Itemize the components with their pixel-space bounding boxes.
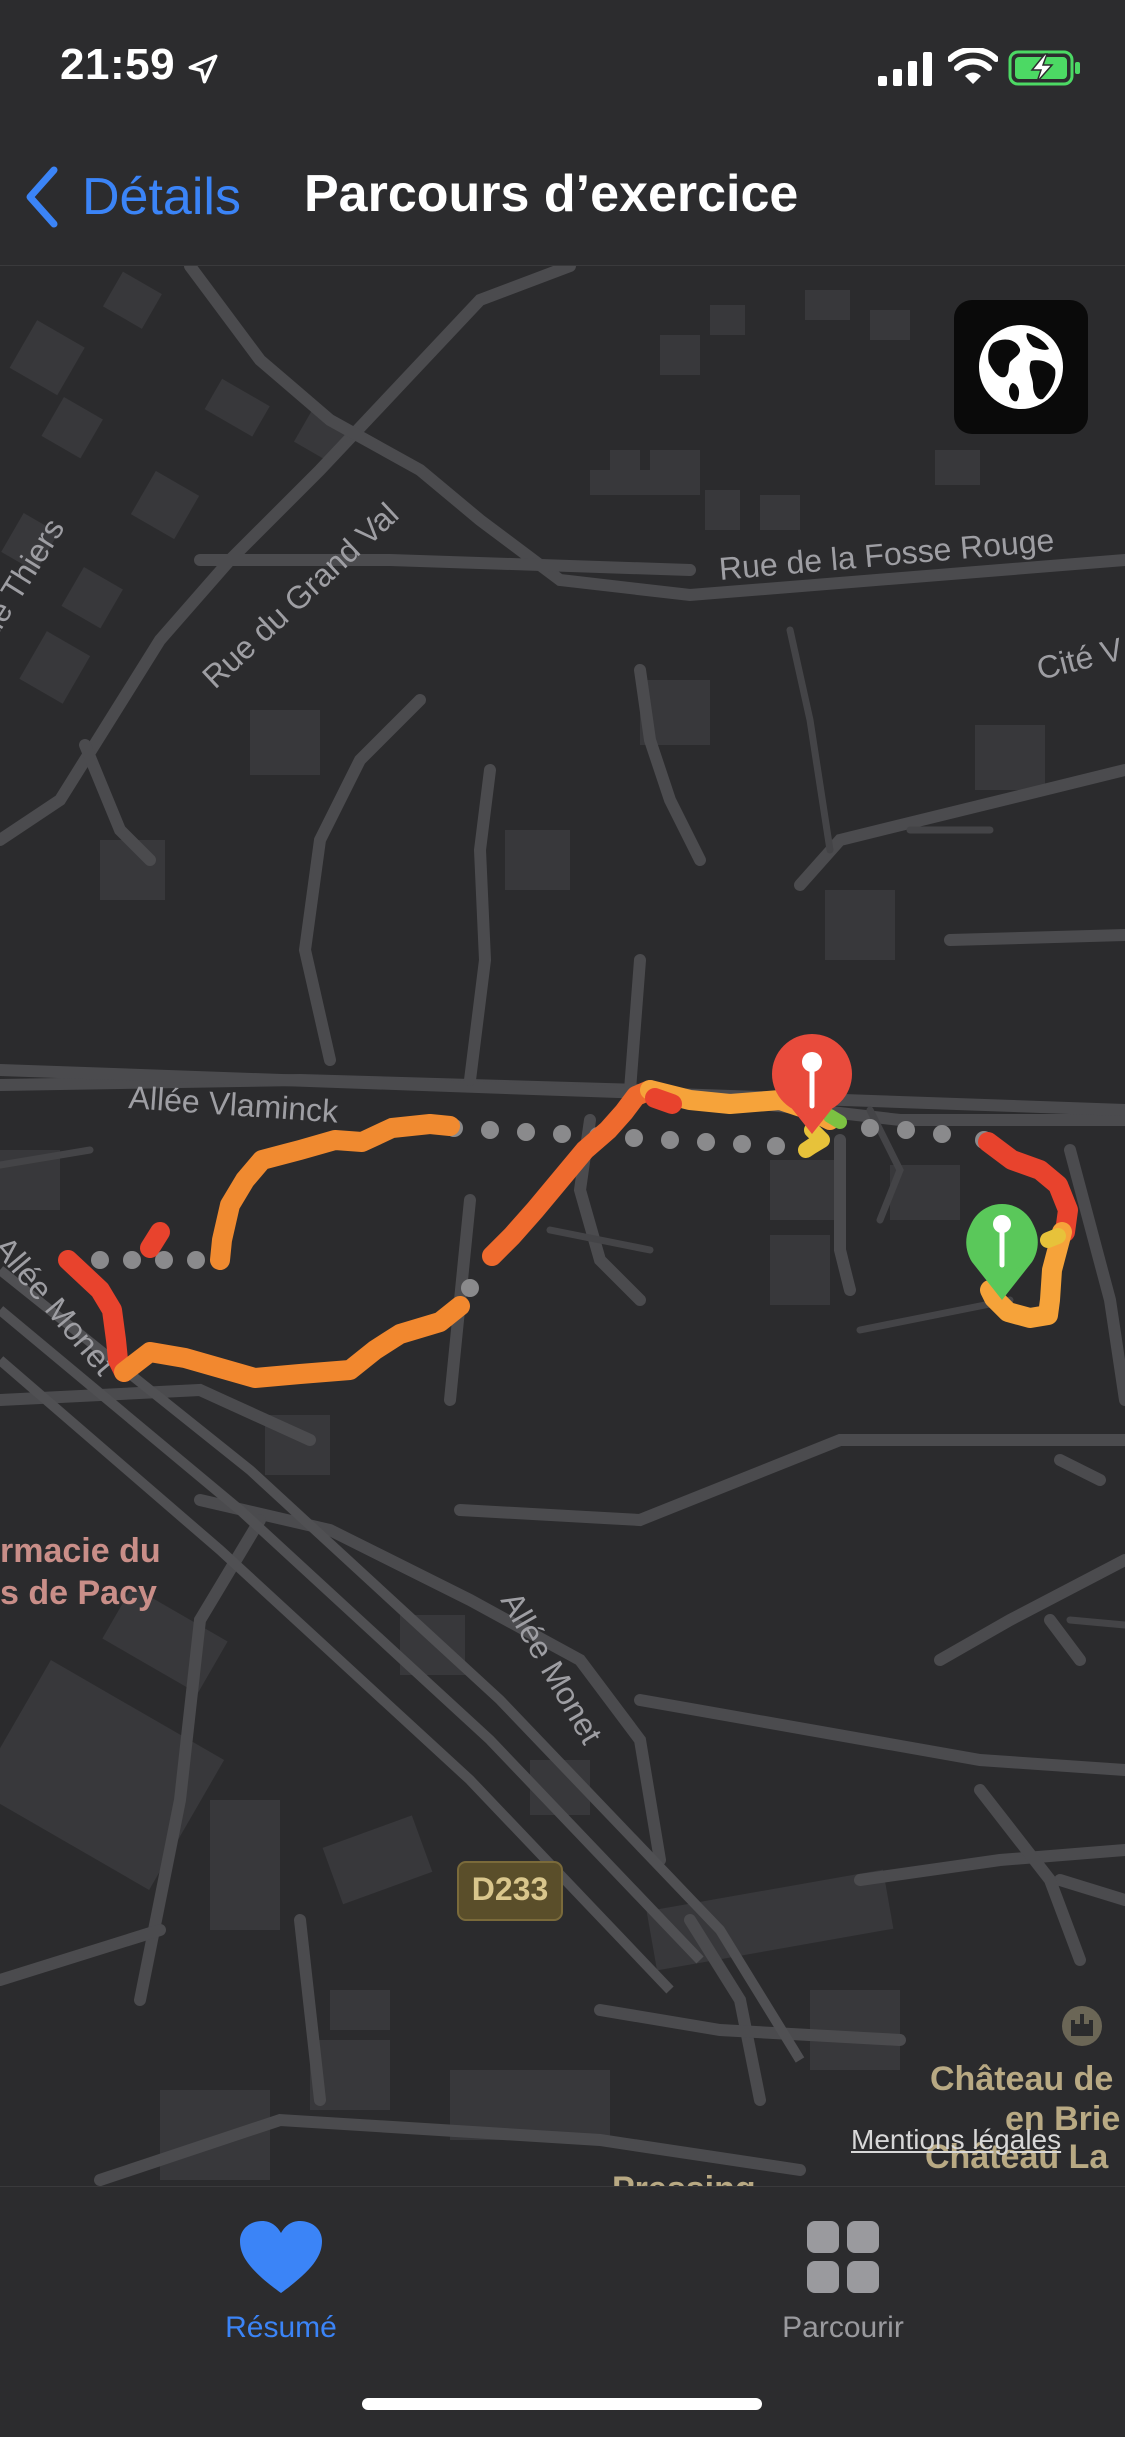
tab-summary[interactable]: Résumé xyxy=(131,2207,431,2367)
map-mode-button[interactable] xyxy=(954,300,1088,434)
grid-icon xyxy=(807,2221,879,2293)
tab-browse-label: Parcourir xyxy=(782,2311,904,2344)
tab-summary-label: Résumé xyxy=(225,2311,337,2344)
battery-charging-icon xyxy=(1008,50,1080,86)
tab-browse[interactable]: Parcourir xyxy=(693,2207,993,2367)
heart-icon xyxy=(240,2221,322,2293)
poi-pressing: Pressing xyxy=(612,2170,756,2186)
road-label-d233: D233 xyxy=(472,1871,549,1907)
chevron-left-icon xyxy=(26,166,58,228)
back-button[interactable]: Détails xyxy=(22,162,241,232)
status-time: 21:59 xyxy=(60,40,176,89)
poi-chateau-line1: Château de xyxy=(930,2060,1113,2098)
location-arrow-icon xyxy=(188,54,218,84)
cellular-signal-icon xyxy=(878,52,932,86)
navigation-bar: Détails Parcours d’exercice xyxy=(0,140,1125,266)
workout-route-map[interactable]: D233 Rue de la Fosse Rouge Rue du Grand … xyxy=(0,266,1125,2186)
legal-notices-link[interactable]: Mentions légales xyxy=(851,2124,1061,2156)
globe-icon xyxy=(979,325,1063,409)
castle-icon xyxy=(1062,2006,1102,2046)
home-indicator xyxy=(362,2398,762,2410)
poi-pharmacie-line2: s de Pacy xyxy=(0,1574,157,1612)
page-title: Parcours d’exercice xyxy=(304,165,799,223)
back-label: Détails xyxy=(82,168,241,226)
poi-pharmacie-line1: rmacie du xyxy=(0,1532,161,1570)
wifi-icon xyxy=(948,48,998,84)
status-bar: 21:59 xyxy=(0,0,1125,140)
